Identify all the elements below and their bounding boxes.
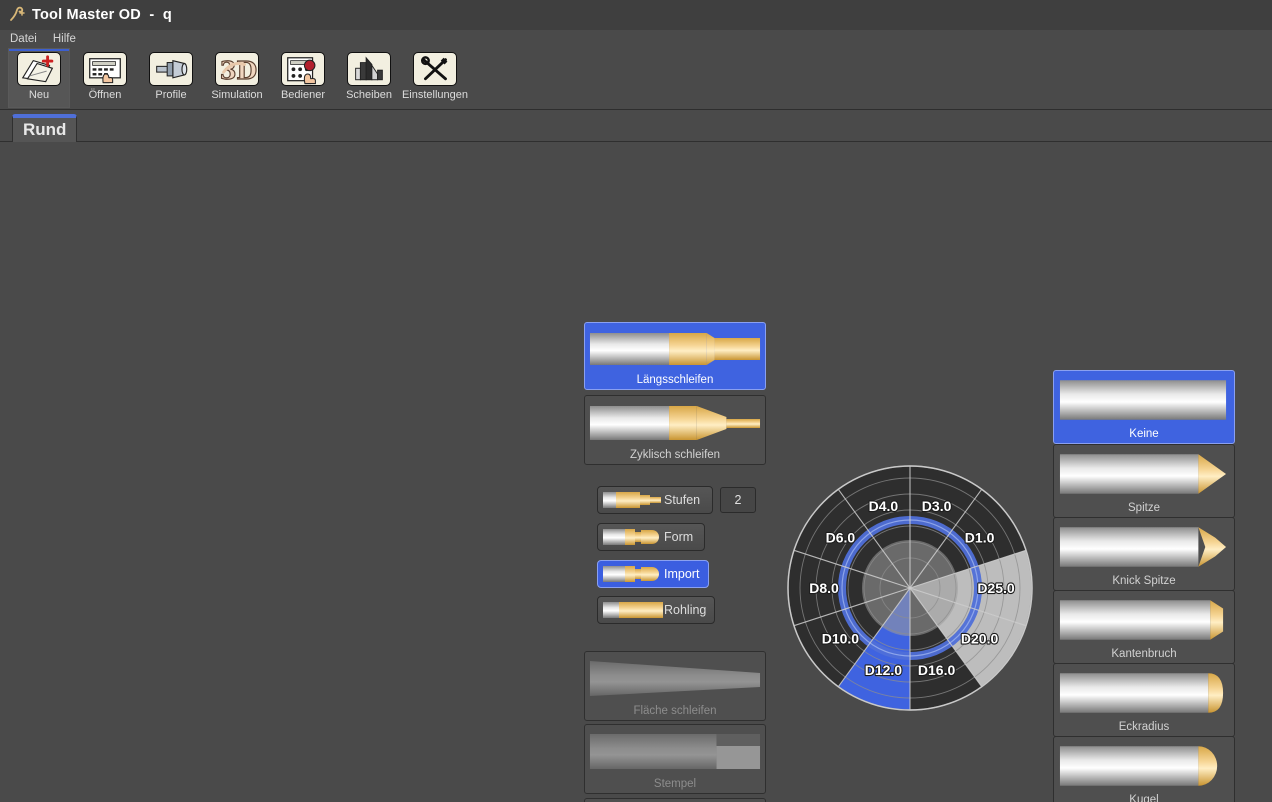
toolbar-button-oeffnen[interactable]: Öffnen: [74, 48, 136, 108]
operator-panel-icon: [281, 52, 325, 86]
shape-label-rohling: Rohling: [664, 603, 714, 617]
wheel-label-d20-0[interactable]: D20.0: [961, 631, 999, 647]
tip-type-label: Kugel: [1129, 792, 1158, 802]
toolbar-button-profile[interactable]: Profile: [140, 48, 202, 108]
menu-bar: Datei Hilfe: [0, 30, 1272, 48]
wheel-label-d16-0[interactable]: D16.0: [918, 662, 956, 678]
stufen-count-field[interactable]: 2: [720, 487, 756, 513]
blank-tool-icon: [602, 599, 664, 621]
toolbar-label-profile: Profile: [155, 89, 186, 101]
tip-type-label: Keine: [1129, 426, 1158, 443]
operation-label: Fläche schleifen: [633, 703, 716, 720]
profile-shape-icon: [149, 52, 193, 86]
stufen-count-value: 2: [735, 493, 742, 507]
tool-longitudinal-grind-icon: [588, 326, 762, 372]
tip-type-spitze[interactable]: Spitze: [1053, 444, 1235, 518]
shape-button-rohling[interactable]: Rohling: [597, 596, 715, 624]
toolbar-button-simulation[interactable]: 3D Simulation: [206, 48, 268, 108]
tip-corner-radius-icon: [1057, 667, 1231, 719]
tip-flat-icon: [1057, 374, 1231, 426]
shape-label-stufen: Stufen: [664, 493, 708, 507]
tip-type-keine[interactable]: Keine: [1053, 370, 1235, 444]
toolbar-label-neu: Neu: [29, 89, 49, 101]
tip-type-knick-spitze[interactable]: Knick Spitze: [1053, 517, 1235, 591]
shape-button-import[interactable]: Import: [597, 560, 709, 588]
shape-label-form: Form: [664, 530, 701, 544]
3d-simulation-icon: 3D: [215, 52, 259, 86]
wheel-label-d1-0[interactable]: D1.0: [965, 530, 995, 546]
operation-spannflaeche[interactable]: Spannfläche: [584, 798, 766, 802]
open-folder-icon: [83, 52, 127, 86]
wheel-label-d10-0[interactable]: D10.0: [822, 631, 860, 647]
wheel-label-d4-0[interactable]: D4.0: [869, 498, 899, 514]
diameter-wheel-chart[interactable]: D3.0 D1.0 D25.0 D20.0 D16.0 D12.0 D10.0 D8.0 D6.…: [784, 462, 1036, 714]
operation-stempel[interactable]: Stempel: [584, 724, 766, 794]
wheel-label-d8-0[interactable]: D8.0: [809, 580, 839, 596]
new-document-icon: [17, 52, 61, 86]
operation-flaeche-schleifen[interactable]: Fläche schleifen: [584, 651, 766, 721]
grind-type-zyklisch-schleifen[interactable]: Zyklisch schleifen: [584, 395, 766, 465]
main-toolbar: Neu Öffnen: [0, 48, 1272, 110]
tool-cyclic-grind-icon: [588, 399, 762, 447]
tip-type-label: Knick Spitze: [1112, 573, 1175, 590]
toolbar-label-scheiben: Scheiben: [346, 89, 392, 101]
toolbar-label-bediener: Bediener: [281, 89, 325, 101]
flat-grind-icon: [588, 655, 762, 703]
tip-type-label: Eckradius: [1119, 719, 1170, 736]
operation-label: Stempel: [654, 776, 696, 793]
tip-type-eckradius[interactable]: Eckradius: [1053, 663, 1235, 737]
window-title: Tool Master OD - q: [32, 7, 172, 23]
tip-type-kugel[interactable]: Kugel: [1053, 736, 1235, 802]
wheel-label-d6-0[interactable]: D6.0: [826, 530, 856, 546]
toolbar-label-einstellungen: Einstellungen: [402, 89, 468, 101]
stamp-icon: [588, 728, 762, 776]
tab-strip: Rund: [0, 110, 1272, 142]
tip-chamfer-icon: [1057, 594, 1231, 646]
stepped-tool-icon: [602, 489, 664, 511]
work-area: Längsschleifen Zyklisch schleifen Stufen…: [0, 142, 1272, 802]
tool-logo-icon: [8, 6, 26, 24]
settings-tools-icon: [413, 52, 457, 86]
tab-rund-label: Rund: [23, 120, 66, 140]
tip-type-label: Kantenbruch: [1111, 646, 1176, 663]
toolbar-button-bediener[interactable]: Bediener: [272, 48, 334, 108]
toolbar-label-oeffnen: Öffnen: [89, 89, 122, 101]
import-tool-icon: [602, 563, 664, 585]
tip-bent-point-icon: [1057, 521, 1231, 573]
grind-type-label: Zyklisch schleifen: [630, 447, 720, 464]
menu-hilfe[interactable]: Hilfe: [53, 33, 76, 45]
grind-type-label: Längsschleifen: [637, 372, 714, 389]
toolbar-button-scheiben[interactable]: Scheiben: [338, 48, 400, 108]
tip-type-label: Spitze: [1128, 500, 1160, 517]
wheel-label-d25-0[interactable]: D25.0: [977, 580, 1015, 596]
tab-rund[interactable]: Rund: [12, 114, 77, 142]
tip-point-icon: [1057, 448, 1231, 500]
form-tool-icon: [602, 526, 664, 548]
grinding-wheels-icon: [347, 52, 391, 86]
wheel-label-d12-0[interactable]: D12.0: [865, 662, 903, 678]
wheel-label-d3-0[interactable]: D3.0: [922, 498, 952, 514]
tip-type-kantenbruch[interactable]: Kantenbruch: [1053, 590, 1235, 664]
shape-button-stufen[interactable]: Stufen: [597, 486, 713, 514]
toolbar-button-neu[interactable]: Neu: [8, 48, 70, 108]
tip-ball-icon: [1057, 740, 1231, 792]
toolbar-label-simulation: Simulation: [211, 89, 262, 101]
diameter-selector-wheel[interactable]: D3.0 D1.0 D25.0 D20.0 D16.0 D12.0 D10.0 D8.0 D6.…: [784, 462, 1036, 714]
shape-button-form[interactable]: Form: [597, 523, 705, 551]
toolbar-button-einstellungen[interactable]: Einstellungen: [404, 48, 466, 108]
shape-label-import: Import: [664, 567, 707, 581]
menu-datei[interactable]: Datei: [10, 33, 37, 45]
grind-type-laengsschleifen[interactable]: Längsschleifen: [584, 322, 766, 390]
window-titlebar: Tool Master OD - q: [0, 0, 1272, 30]
